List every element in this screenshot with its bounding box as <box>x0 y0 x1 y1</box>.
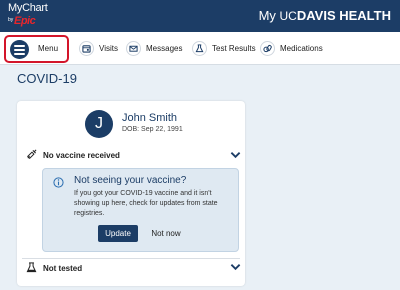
nav-label-test-results: Test Results <box>212 43 256 53</box>
brand-name: My UCDAVIS HEALTH <box>259 8 391 24</box>
divider <box>22 258 240 259</box>
calendar-icon <box>79 40 94 56</box>
nav-item-visits[interactable]: Visits <box>79 38 118 58</box>
hamburger-icon <box>10 40 29 59</box>
nav-label-visits: Visits <box>99 43 118 53</box>
brand-health: DAVIS HEALTH <box>296 8 391 23</box>
nav-item-medications[interactable]: Medications <box>260 38 323 58</box>
avatar: J <box>85 110 113 138</box>
menu-label: Menu <box>38 44 59 53</box>
mychart-logo[interactable]: MyChart by Epic <box>8 3 48 29</box>
vaccine-alert: Not seeing your vaccine? If you got your… <box>42 168 239 252</box>
alert-text: If you got your COVID-19 vaccine and it … <box>74 190 218 217</box>
brand-uc: UC <box>279 9 297 23</box>
logo-mychart-text: MyChart <box>8 2 48 14</box>
info-icon <box>53 177 64 188</box>
not-now-button[interactable]: Not now <box>146 225 186 242</box>
menu-button[interactable]: Menu <box>4 35 69 63</box>
nav-label-medications: Medications <box>280 43 323 53</box>
nav-item-test-results[interactable]: Test Results <box>192 38 256 58</box>
logo-epic-text: Epic <box>14 15 36 27</box>
envelope-icon <box>126 40 141 56</box>
nav-label-messages: Messages <box>146 43 183 53</box>
patient-dob: DOB: Sep 22, 1991 <box>122 126 183 133</box>
covid-card: J John Smith DOB: Sep 22, 1991 No vaccin… <box>17 101 245 286</box>
patient-name: John Smith <box>122 112 178 124</box>
brand-prefix: My <box>258 8 280 23</box>
logo-by-text: by <box>8 17 14 23</box>
top-header: MyChart by Epic My UCDAVIS HEALTH <box>0 0 400 32</box>
vaccine-status: No vaccine received <box>43 151 120 160</box>
syringe-icon <box>27 149 37 160</box>
alert-title: Not seeing your vaccine? <box>74 175 187 186</box>
page-title: COVID-19 <box>17 71 77 86</box>
flask-icon <box>192 40 207 56</box>
flask-icon <box>26 262 37 273</box>
test-status: Not tested <box>43 264 83 273</box>
chevron-down-icon[interactable] <box>230 151 241 159</box>
update-button[interactable]: Update <box>98 225 138 242</box>
nav-item-messages[interactable]: Messages <box>126 38 182 58</box>
chevron-down-icon[interactable] <box>230 263 241 271</box>
nav-bar: Menu Visits Messages Test Results Medica… <box>0 32 400 65</box>
pill-icon <box>260 40 275 56</box>
